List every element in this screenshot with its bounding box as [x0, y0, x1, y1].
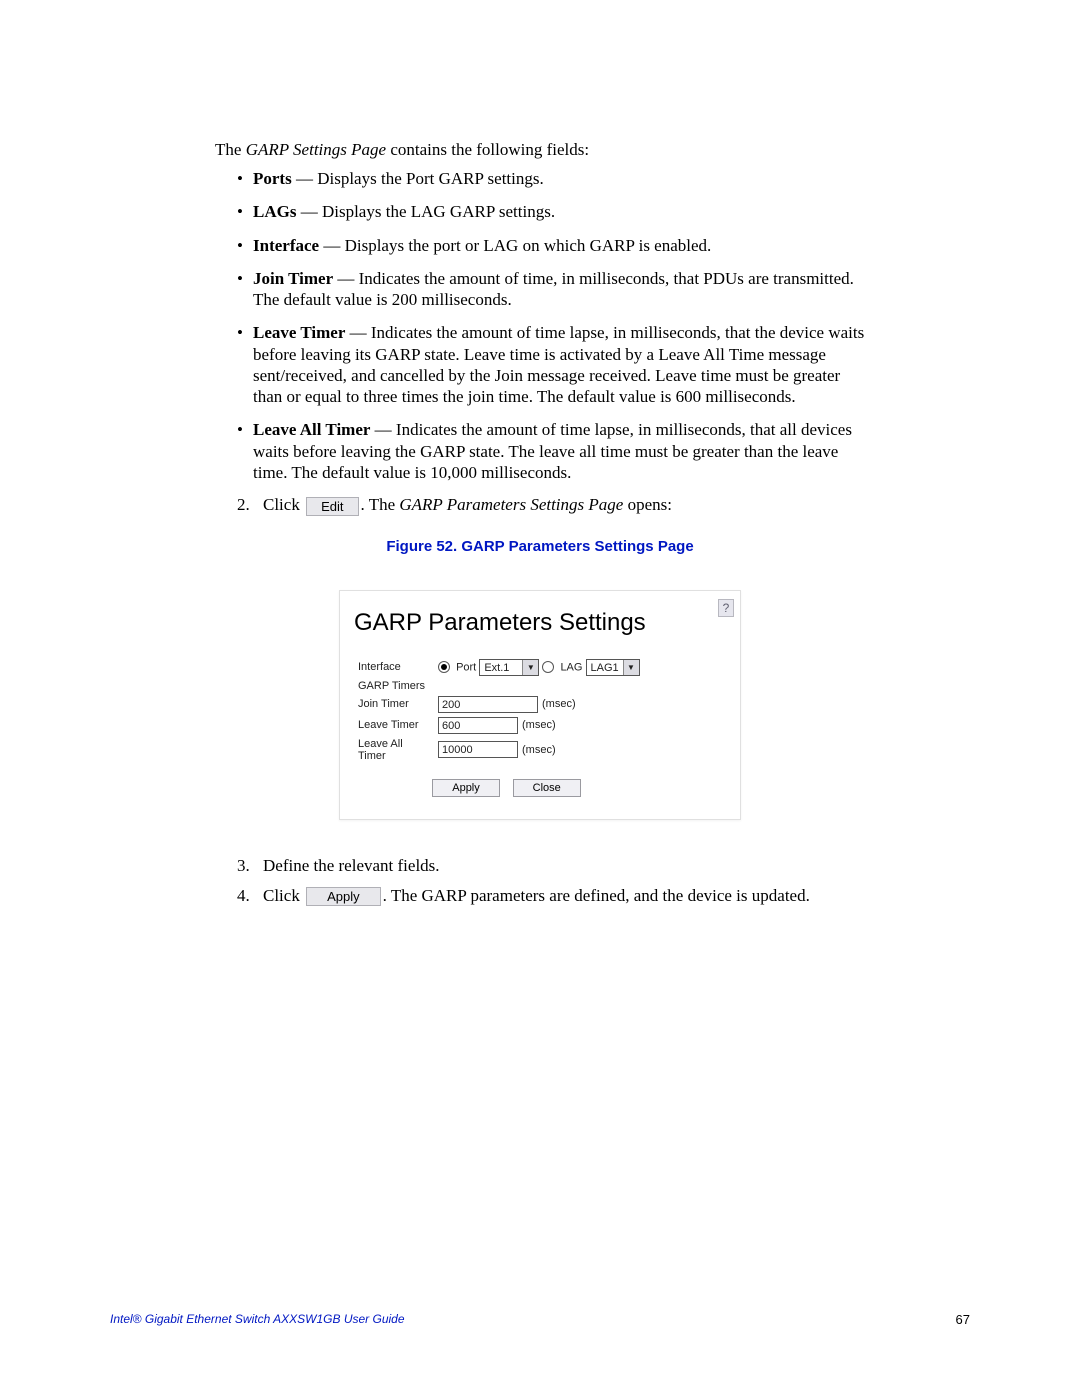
- leave-timer-input[interactable]: 600: [438, 717, 518, 734]
- step-3: 3. Define the relevant fields.: [237, 856, 865, 876]
- field-desc: — Displays the LAG GARP settings.: [296, 202, 555, 221]
- label-join-timer: Join Timer: [354, 694, 434, 715]
- dialog-close-button[interactable]: Close: [513, 779, 581, 797]
- field-name: Interface: [253, 236, 319, 255]
- unit-msec: (msec): [522, 719, 556, 731]
- radio-lag[interactable]: [542, 661, 554, 673]
- step-click: Click: [263, 495, 304, 514]
- field-desc: — Indicates the amount of time lapse, in…: [253, 323, 864, 406]
- field-name: Leave Timer: [253, 323, 345, 342]
- unit-msec: (msec): [522, 744, 556, 756]
- step-page-name: GARP Parameters Settings Page: [399, 495, 623, 514]
- footer-title: Intel® Gigabit Ethernet Switch AXXSW1GB …: [110, 1312, 405, 1327]
- step-num: 3.: [237, 856, 250, 876]
- dialog-apply-button[interactable]: Apply: [432, 779, 500, 797]
- step-end: opens:: [623, 495, 672, 514]
- radio-lag-label: LAG: [560, 661, 582, 673]
- join-timer-input[interactable]: 200: [438, 696, 538, 713]
- step-mid: . The: [361, 495, 400, 514]
- field-item: Leave Timer — Indicates the amount of ti…: [237, 322, 865, 407]
- field-item: Join Timer — Indicates the amount of tim…: [237, 268, 865, 311]
- intro-post: contains the following fields:: [386, 140, 589, 159]
- page-footer: Intel® Gigabit Ethernet Switch AXXSW1GB …: [110, 1312, 970, 1327]
- field-list: Ports — Displays the Port GARP settings.…: [215, 168, 865, 483]
- radio-port[interactable]: [438, 661, 450, 673]
- field-desc: — Displays the port or LAG on which GARP…: [319, 236, 711, 255]
- page-number: 67: [956, 1312, 970, 1327]
- figure-caption: Figure 52. GARP Parameters Settings Page: [215, 538, 865, 555]
- field-name: Leave All Timer: [253, 420, 370, 439]
- field-item: Ports — Displays the Port GARP settings.: [237, 168, 865, 189]
- intro-line: The GARP Settings Page contains the foll…: [215, 140, 865, 160]
- step-4: 4. Click Apply. The GARP parameters are …: [237, 886, 865, 907]
- label-interface: Interface: [354, 657, 434, 678]
- intro-page-name: GARP Settings Page: [246, 140, 386, 159]
- leave-all-timer-input[interactable]: 10000: [438, 741, 518, 758]
- dialog-title: GARP Parameters Settings: [354, 609, 740, 637]
- label-leave-all-timer: Leave All Timer: [354, 736, 434, 764]
- field-desc: — Indicates the amount of time, in milli…: [253, 269, 854, 309]
- step-num: 4.: [237, 886, 250, 906]
- help-icon[interactable]: ?: [718, 599, 734, 617]
- edit-button[interactable]: Edit: [306, 497, 358, 516]
- intro-pre: The: [215, 140, 246, 159]
- unit-msec: (msec): [542, 698, 576, 710]
- radio-port-label: Port: [456, 661, 476, 673]
- step-text: Define the relevant fields.: [263, 856, 440, 875]
- garp-dialog: ? GARP Parameters Settings Interface Por…: [339, 590, 741, 820]
- field-name: Ports: [253, 169, 292, 188]
- field-desc: — Displays the Port GARP settings.: [292, 169, 544, 188]
- step-num: 2.: [237, 495, 250, 515]
- field-item: LAGs — Displays the LAG GARP settings.: [237, 201, 865, 222]
- field-name: Join Timer: [253, 269, 333, 288]
- label-garp-timers: GARP Timers: [354, 678, 434, 694]
- field-item: Interface — Displays the port or LAG on …: [237, 235, 865, 256]
- port-select[interactable]: Ext.1: [479, 659, 539, 676]
- dialog-form: Interface Port Ext.1 LAG LAG1 GARP Timer…: [354, 657, 644, 764]
- field-item: Leave All Timer — Indicates the amount o…: [237, 419, 865, 483]
- step-click: Click: [263, 886, 304, 905]
- lag-select[interactable]: LAG1: [586, 659, 640, 676]
- apply-button[interactable]: Apply: [306, 887, 381, 906]
- field-name: LAGs: [253, 202, 296, 221]
- label-leave-timer: Leave Timer: [354, 715, 434, 736]
- step-end: . The GARP parameters are defined, and t…: [383, 886, 810, 905]
- step-2: 2. Click Edit. The GARP Parameters Setti…: [237, 495, 865, 516]
